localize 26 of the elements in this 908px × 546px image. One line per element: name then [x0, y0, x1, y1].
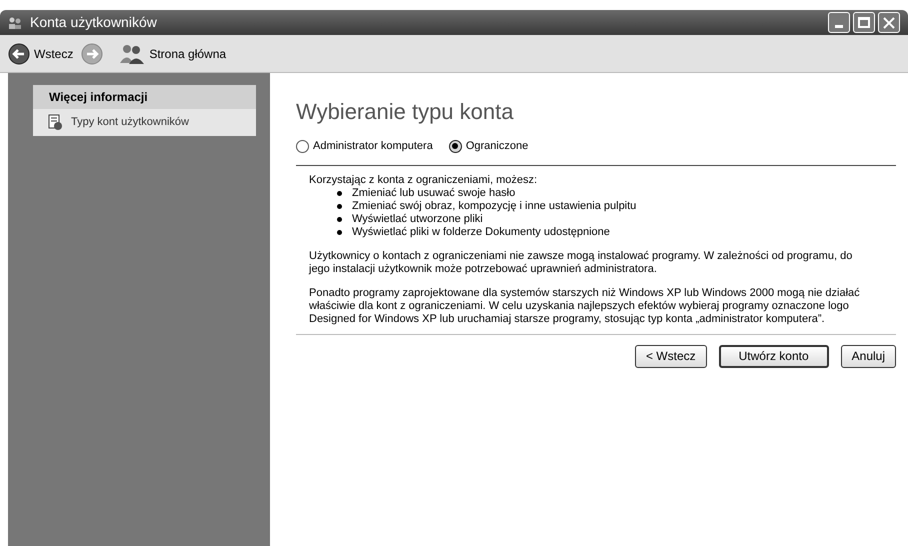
bullet-item: Zmieniać lub usuwać swoje hasło: [337, 186, 896, 200]
intro-text: Korzystając z konta z ograniczeniami, możesz:: [309, 174, 538, 186]
close-icon: [882, 16, 896, 30]
home-button[interactable]: Strona główna: [119, 42, 226, 64]
back-button[interactable]: Wstecz: [8, 42, 74, 64]
users-icon: [119, 42, 146, 64]
info-paragraph: Ponadto programy zaprojektowane dla systemów starszych niż Windows XP lub Windows 2000 mogą nie działać właściwie dla kont z ograniczeniami. W celu uzyskania najlepszych efektów wybieraj programy oznaczone logo Designed for Windows XP lub uruchamiaj starsze programy, stosując typ konta „administrator komputera”.: [309, 286, 861, 326]
dialog-button[interactable]: < Wstecz: [634, 344, 707, 368]
minimize-button[interactable]: [828, 12, 850, 33]
bullet-item: Zmieniać swój obraz, kompozycję i inne ustawienia pulpitu: [337, 200, 896, 212]
info-paragraph: Użytkownicy o kontach z ograniczeniami nie zawsze mogą instalować programy. W zależności od programu, do jego instalacji użytkownik może potrzebować uprawnień administratora.: [309, 250, 854, 276]
close-button[interactable]: [878, 12, 900, 33]
maximize-button[interactable]: [853, 12, 875, 33]
window-title: Konta użytkowników: [30, 13, 158, 32]
page-title: Wybieranie typu konta: [296, 98, 514, 126]
radio-option[interactable]: Ograniczone: [448, 138, 528, 154]
dialog-button[interactable]: Anuluj: [840, 344, 896, 368]
document-help-icon: [47, 114, 63, 130]
users-icon: [8, 16, 22, 30]
sidebar-heading: Więcej informacji: [33, 85, 256, 109]
dialog-button[interactable]: Utwórz konto: [718, 344, 829, 368]
sidebar-link[interactable]: Typy kont użytkowników: [33, 114, 256, 130]
radio-option[interactable]: Administrator komputera: [296, 138, 433, 154]
bullet-item: Wyświetlać utworzone pliki: [337, 212, 896, 226]
forward-button[interactable]: [81, 42, 104, 64]
bullet-item: Wyświetlać pliki w folderze Dokumenty udostępnione: [337, 226, 896, 238]
